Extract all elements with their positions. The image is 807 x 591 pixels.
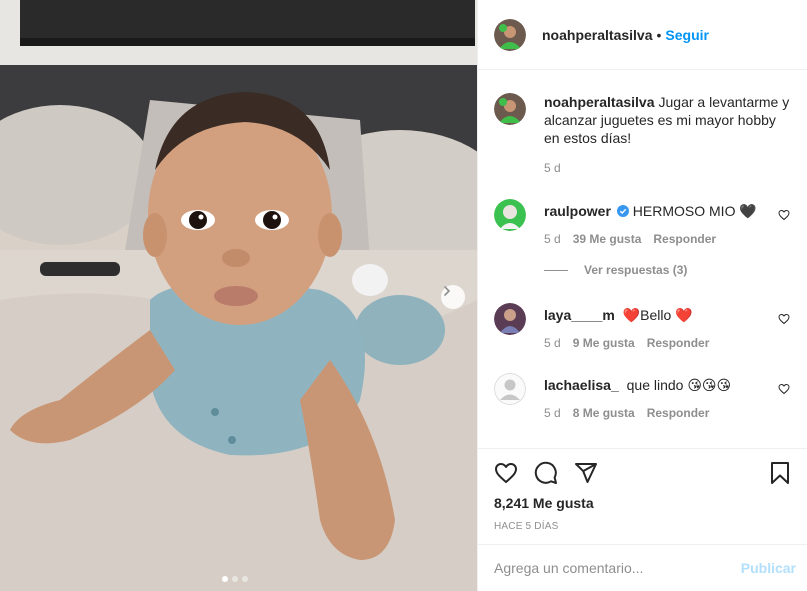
add-comment-bar: Publicar bbox=[478, 544, 807, 591]
comment-button[interactable] bbox=[534, 461, 558, 485]
comment-meta: 5 d 9 Me gusta Responder bbox=[544, 336, 794, 350]
comment-username[interactable]: laya____m bbox=[544, 307, 615, 323]
carousel-dot bbox=[232, 576, 238, 582]
comment-item: laya____m ❤️Bello ❤️ 5 d 9 Me gusta Resp… bbox=[494, 303, 794, 350]
action-icons bbox=[494, 461, 598, 485]
publish-button[interactable]: Publicar bbox=[741, 560, 796, 576]
caption-body: noahperaltasilva Jugar a levantarme y alc… bbox=[544, 93, 794, 147]
comment-text: HERMOSO MIO 🖤 bbox=[632, 203, 757, 219]
profile-picture bbox=[494, 303, 526, 335]
header-separator: • bbox=[656, 26, 662, 43]
profile-picture bbox=[494, 199, 526, 231]
verified-badge-icon bbox=[616, 205, 629, 217]
comment-input[interactable] bbox=[494, 560, 741, 576]
post-actions: 8,241 Me gusta HACE 5 DÍAS bbox=[478, 448, 807, 544]
avatar[interactable] bbox=[494, 373, 526, 405]
caption-time[interactable]: 5 d bbox=[544, 161, 561, 175]
post-date[interactable]: HACE 5 DÍAS bbox=[494, 521, 558, 532]
comment-username[interactable]: raulpower bbox=[544, 203, 611, 219]
next-photo-button[interactable] bbox=[441, 285, 465, 309]
heart-icon bbox=[495, 463, 517, 483]
chevron-right-icon bbox=[444, 286, 451, 296]
carousel-indicator bbox=[222, 576, 248, 582]
profile-picture bbox=[494, 93, 526, 125]
comment-text: ❤️Bello ❤️ bbox=[622, 307, 693, 323]
avatar[interactable] bbox=[494, 93, 526, 125]
post-photo[interactable] bbox=[0, 0, 477, 591]
reply-button[interactable]: Responder bbox=[653, 232, 716, 246]
paper-plane-icon bbox=[575, 463, 597, 483]
carousel-dot bbox=[222, 576, 228, 582]
caption-username[interactable]: noahperaltasilva bbox=[544, 94, 655, 110]
comment-likes[interactable]: 9 Me gusta bbox=[573, 336, 635, 350]
caption: noahperaltasilva Jugar a levantarme y alc… bbox=[494, 93, 794, 175]
bookmark-icon bbox=[771, 462, 789, 484]
comment-item: lachaelisa_ que lindo 😘😘😘 5 d 8 Me gusta… bbox=[494, 373, 794, 420]
post-header: noahperaltasilva • Seguir bbox=[478, 0, 807, 70]
heart-outline-icon[interactable] bbox=[778, 313, 790, 325]
view-replies-label: Ver respuestas (3) bbox=[584, 263, 688, 277]
heart-outline-icon[interactable] bbox=[778, 209, 790, 221]
comment-username[interactable]: lachaelisa_ bbox=[544, 377, 619, 393]
avatar[interactable] bbox=[494, 303, 526, 335]
save-button[interactable] bbox=[768, 461, 792, 485]
comment-likes[interactable]: 8 Me gusta bbox=[573, 406, 635, 420]
replies-divider bbox=[544, 269, 568, 271]
profile-picture bbox=[494, 18, 526, 51]
avatar[interactable] bbox=[494, 199, 526, 231]
heart-outline-icon[interactable] bbox=[778, 383, 790, 395]
comment-meta: 5 d 8 Me gusta Responder bbox=[544, 406, 794, 420]
comment-time[interactable]: 5 d bbox=[544, 406, 561, 420]
reply-button[interactable]: Responder bbox=[647, 406, 710, 420]
avatar[interactable] bbox=[494, 18, 526, 51]
likes-count[interactable]: 8,241 Me gusta bbox=[494, 495, 594, 511]
comment-body: raulpower HERMOSO MIO 🖤 bbox=[544, 199, 794, 220]
comment-item: raulpower HERMOSO MIO 🖤 5 d 39 Me gusta … bbox=[494, 199, 794, 246]
caption-meta: 5 d bbox=[544, 161, 794, 175]
comment-time[interactable]: 5 d bbox=[544, 336, 561, 350]
default-avatar-icon bbox=[494, 373, 526, 405]
header-username[interactable]: noahperaltasilva bbox=[542, 27, 653, 43]
comment-meta: 5 d 39 Me gusta Responder bbox=[544, 232, 794, 246]
baby-photo-illustration bbox=[0, 0, 477, 591]
follow-button[interactable]: Seguir bbox=[665, 27, 709, 43]
comments-list[interactable]: noahperaltasilva Jugar a levantarme y alc… bbox=[478, 71, 807, 448]
carousel-dot bbox=[242, 576, 248, 582]
view-replies-button[interactable]: Ver respuestas (3) bbox=[544, 263, 687, 277]
reply-button[interactable]: Responder bbox=[647, 336, 710, 350]
comment-likes[interactable]: 39 Me gusta bbox=[573, 232, 642, 246]
like-button[interactable] bbox=[494, 461, 518, 485]
comment-text: que lindo 😘😘😘 bbox=[626, 377, 732, 393]
share-button[interactable] bbox=[574, 461, 598, 485]
comment-time[interactable]: 5 d bbox=[544, 232, 561, 246]
comment-body: lachaelisa_ que lindo 😘😘😘 bbox=[544, 373, 794, 394]
comment-body: laya____m ❤️Bello ❤️ bbox=[544, 303, 794, 324]
post-side-panel: noahperaltasilva • Seguir noahperaltasil… bbox=[477, 0, 807, 591]
comment-bubble-icon bbox=[534, 461, 557, 484]
